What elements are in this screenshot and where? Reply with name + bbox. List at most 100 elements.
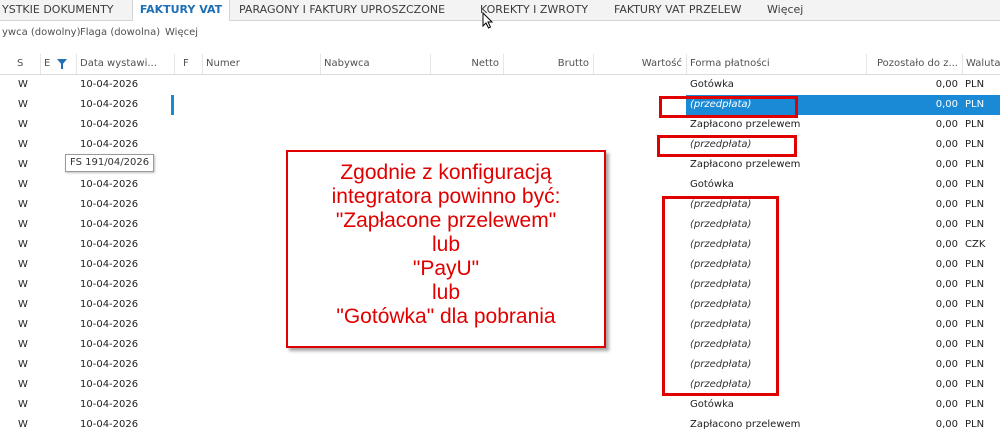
annotation-line: Zgodnie z konfiguracją [340,161,552,184]
column-s[interactable]: S [0,54,38,74]
cell-date: 10-04-2026 [80,319,139,330]
tab-corrections[interactable]: KOREKTY I ZWROTY [480,0,588,20]
cell-currency: PLN [965,359,985,370]
cell-remaining: 0,00 [935,159,958,170]
annotation-line: lub [431,281,461,304]
cell-date: 10-04-2026 [80,219,139,230]
cell-currency: PLN [965,319,985,330]
cell-currency: PLN [965,79,985,90]
cell-remaining: 0,00 [935,399,958,410]
annotation-line: "PayU" [412,257,480,280]
highlight-box-row4 [657,135,797,157]
cell-s: W [18,259,28,270]
cell-remaining: 0,00 [935,259,958,270]
cell-s: W [18,139,28,150]
cell-date: 10-04-2026 [80,359,139,370]
filter-icon-stem [61,64,63,69]
cell-s: W [18,339,28,350]
cell-currency: PLN [965,119,985,130]
cell-date: 10-04-2026 [80,199,139,210]
annotation-line: "Zapłacone przelewem" [335,209,557,232]
cell-date: 10-04-2026 [80,299,139,310]
table-row[interactable]: W 10-04-2026 (przedpłata) 0,00 PLN [0,95,1000,115]
cell-remaining: 0,00 [935,379,958,390]
cell-s: W [18,239,28,250]
table-row[interactable]: W 10-04-2026 (przedpłata) 0,00 PLN [0,355,1000,375]
cell-currency: PLN [965,279,985,290]
tab-vat-transfer[interactable]: FAKTURY VAT PRZELEW [614,0,742,20]
cell-currency: PLN [965,199,985,210]
cell-payment: Zapłacono przelewem [690,419,801,430]
tab-vat-invoices[interactable]: FAKTURY VAT [132,0,230,21]
cell-s: W [18,279,28,290]
cell-s: W [18,359,28,370]
cell-date: 10-04-2026 [80,399,139,410]
cell-date: 10-04-2026 [80,119,139,130]
invoice-number-tooltip: FS 191/04/2026 [65,154,155,172]
cell-remaining: 0,00 [935,99,958,110]
table-row[interactable]: W 10-04-2026 Zapłacono przelewem 0,00 PLN [0,115,1000,135]
cell-date: 10-04-2026 [80,99,139,110]
cell-currency: PLN [965,179,985,190]
cell-date: 10-04-2026 [80,379,139,390]
column-payment[interactable]: Forma płatności [686,54,866,74]
more-filters[interactable]: Więcej [165,27,198,38]
tab-receipts[interactable]: PARAGONY I FAKTURY UPROSZCZONE [239,0,445,20]
filter-bar: ywca (dowolny) Flaga (dowolna) Więcej [0,24,1000,46]
annotation-callout: Zgodnie z konfiguracją integratora powin… [286,150,606,348]
cell-currency: PLN [965,299,985,310]
cell-currency: PLN [965,99,985,110]
cell-remaining: 0,00 [935,339,958,350]
column-date[interactable]: Data wystawi... [76,54,174,74]
annotation-line: integratora powinno być: [331,185,561,208]
cell-remaining: 0,00 [935,119,958,130]
table-row[interactable]: W 10-04-2026 Gotówka 0,00 PLN [0,395,1000,415]
cell-s: W [18,299,28,310]
cell-remaining: 0,00 [935,219,958,230]
cell-payment: Gotówka [690,79,734,90]
cell-s: W [18,379,28,390]
document-tabs: YSTKIE DOKUMENTY FAKTURY VAT PARAGONY I … [0,0,1000,21]
cell-currency: PLN [965,419,985,430]
cell-remaining: 0,00 [935,139,958,150]
cell-date: 10-04-2026 [80,279,139,290]
cell-currency: PLN [965,339,985,350]
cell-remaining: 0,00 [935,319,958,330]
annotation-line: lub [431,233,461,256]
annotation-line: "Gotówka" dla pobrania [336,305,556,328]
column-number[interactable]: Numer [202,54,320,74]
column-buyer[interactable]: Nabywca [320,54,430,74]
cell-s: W [18,399,28,410]
tab-all-documents[interactable]: YSTKIE DOKUMENTY [2,0,114,20]
cell-remaining: 0,00 [935,419,958,430]
cell-date: 10-04-2026 [80,79,139,90]
cell-payment: Zapłacono przelewem [690,159,801,170]
highlight-box-row2 [659,96,798,118]
cell-payment: Gotówka [690,399,734,410]
highlight-box-group [662,196,779,396]
selection-edge [171,95,174,115]
column-remaining[interactable]: Pozostało do z... [866,54,962,74]
cell-date: 10-04-2026 [80,179,139,190]
cell-remaining: 0,00 [935,79,958,90]
column-net[interactable]: Netto [430,54,503,74]
table-row[interactable]: W 10-04-2026 (przedpłata) 0,00 PLN [0,375,1000,395]
column-f[interactable]: F [174,54,202,74]
column-value[interactable]: Wartość [593,54,686,74]
cell-payment: Gotówka [690,179,734,190]
table-row[interactable]: W 10-04-2026 Gotówka 0,00 PLN [0,75,1000,95]
column-gross[interactable]: Brutto [503,54,593,74]
tab-more[interactable]: Więcej [767,0,803,20]
cell-currency: PLN [965,159,985,170]
column-currency[interactable]: Waluta [962,54,1000,74]
cell-s: W [18,99,28,110]
flag-filter[interactable]: Flaga (dowolna) [80,27,160,38]
table-row[interactable]: W 10-04-2026 Zapłacono przelewem 0,00 PLN [0,415,1000,435]
cell-currency: CZK [965,239,986,250]
cell-s: W [18,219,28,230]
cell-remaining: 0,00 [935,279,958,290]
cell-currency: PLN [965,399,985,410]
buyer-filter[interactable]: ywca (dowolny) [2,27,81,38]
cell-remaining: 0,00 [935,299,958,310]
cell-date: 10-04-2026 [80,339,139,350]
